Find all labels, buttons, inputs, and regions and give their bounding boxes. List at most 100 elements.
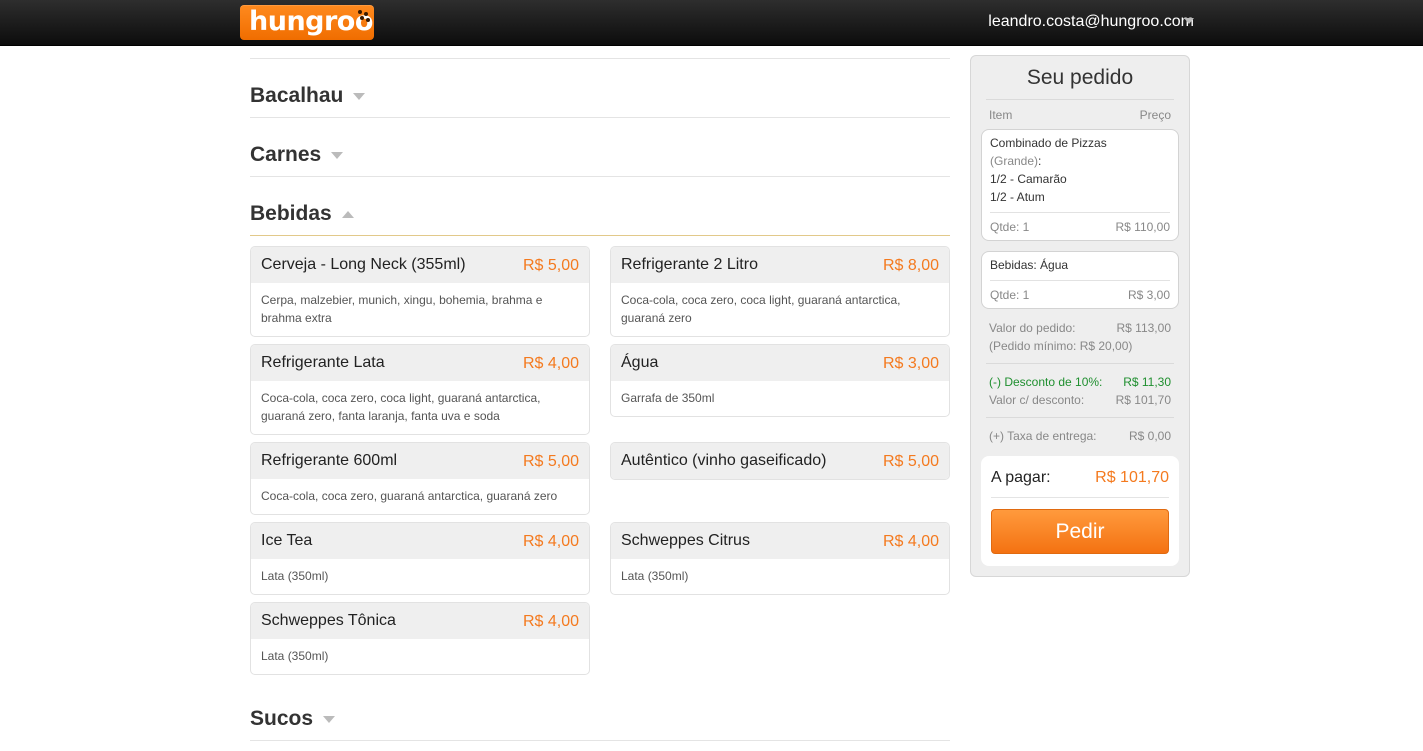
- discounted-value-label: Valor c/ desconto:: [989, 393, 1085, 407]
- user-menu[interactable]: leandro.costa@hungroo.com: [988, 13, 1194, 31]
- item-price: R$ 4,00: [522, 533, 579, 550]
- column-price: Preço: [1139, 108, 1171, 122]
- divider: [991, 497, 1169, 498]
- hungroo-logo[interactable]: hungroo: [240, 5, 374, 40]
- total-label: A pagar:: [991, 469, 1051, 486]
- card-header: Água R$ 3,00: [611, 345, 949, 381]
- item-name: Schweppes Tônica: [261, 612, 396, 629]
- payment-box: A pagar: R$ 101,70 Pedir: [981, 456, 1179, 566]
- item-description: Garrafa de 350ml: [621, 391, 715, 405]
- divider: [250, 117, 950, 118]
- order-value: R$ 113,00: [1116, 321, 1172, 335]
- item-name: Refrigerante Lata: [261, 354, 385, 371]
- column-item: Item: [989, 108, 1013, 122]
- item-name: Água: [621, 354, 659, 371]
- expand-arrow-icon: [323, 715, 336, 723]
- card-header: Schweppes Tônica R$ 4,00: [251, 603, 589, 639]
- divider: [986, 363, 1174, 364]
- chevron-down-icon[interactable]: [1184, 18, 1194, 24]
- menu-item-card[interactable]: Ice Tea R$ 4,00 Lata (350ml): [250, 522, 590, 595]
- item-description: Coca-cola, coca zero, guaraná antarctica…: [261, 489, 558, 503]
- item-name: Ice Tea: [261, 532, 313, 549]
- order-button[interactable]: Pedir: [991, 509, 1169, 554]
- discount-label: (-) Desconto de 10%:: [989, 375, 1103, 389]
- divider: [250, 740, 950, 741]
- category-title: Bebidas: [250, 202, 332, 225]
- divider: [250, 58, 950, 59]
- category-title: Bacalhau: [250, 84, 344, 107]
- order-title: Seu pedido: [1026, 66, 1134, 89]
- top-bar: hungroo leandro.costa@hungroo.com: [0, 0, 1423, 46]
- divider: [986, 99, 1174, 100]
- discounted-value: R$ 101,70: [1115, 393, 1171, 407]
- menu-item-card[interactable]: Refrigerante 600ml R$ 5,00 Coca-cola, co…: [250, 442, 590, 515]
- item-title: Combinado de Pizzas: [990, 136, 1107, 150]
- order-value-label: Valor do pedido:: [989, 321, 1076, 335]
- card-header: Refrigerante Lata R$ 4,00: [251, 345, 589, 381]
- item-name: Autêntico (vinho gaseificado): [621, 452, 827, 469]
- item-price: R$ 3,00: [882, 355, 939, 372]
- item-quantity: Qtde: 1: [990, 220, 1030, 234]
- divider: [990, 280, 1170, 281]
- item-title: Bebidas: Água: [990, 258, 1069, 272]
- item-description: Cerpa, malzebier, munich, xingu, bohemia…: [261, 293, 543, 325]
- total-value: R$ 101,70: [1095, 469, 1169, 486]
- item-price: R$ 5,00: [522, 453, 579, 470]
- item-quantity: Qtde: 1: [990, 288, 1030, 302]
- item-price: R$ 110,00: [1115, 220, 1171, 234]
- order-sidebar: Seu pedido Item Preço Combinado de Pizza…: [970, 55, 1190, 577]
- order-item-details: Combinado de Pizzas (Grande): 1/2 - Cama…: [990, 134, 1107, 206]
- category-bebidas[interactable]: Bebidas: [250, 202, 354, 226]
- item-name: Refrigerante 600ml: [261, 452, 398, 469]
- item-option: 1/2 - Camarão: [990, 172, 1067, 186]
- order-item[interactable]: Bebidas: Água Qtde: 1 R$ 3,00: [981, 251, 1179, 309]
- card-header: Schweppes Citrus R$ 4,00: [611, 523, 949, 559]
- item-price: R$ 4,00: [522, 613, 579, 630]
- item-description: Lata (350ml): [261, 569, 329, 583]
- category-carnes[interactable]: Carnes: [250, 143, 344, 167]
- menu-item-card[interactable]: Refrigerante 2 Litro R$ 8,00 Coca-cola, …: [610, 246, 950, 337]
- card-header: Autêntico (vinho gaseificado) R$ 5,00: [611, 443, 949, 479]
- expand-arrow-icon: [353, 92, 366, 100]
- card-header: Refrigerante 2 Litro R$ 8,00: [611, 247, 949, 283]
- menu-item-card[interactable]: Refrigerante Lata R$ 4,00 Coca-cola, coc…: [250, 344, 590, 435]
- item-name: Cerveja - Long Neck (355ml): [261, 256, 466, 273]
- menu-item-card[interactable]: Cerveja - Long Neck (355ml) R$ 5,00 Cerp…: [250, 246, 590, 337]
- category-bacalhau[interactable]: Bacalhau: [250, 84, 366, 108]
- delivery-fee-value: R$ 0,00: [1128, 429, 1171, 443]
- expand-arrow-icon: [331, 151, 344, 159]
- item-price: R$ 4,00: [882, 533, 939, 550]
- item-price: R$ 8,00: [882, 257, 939, 274]
- item-price: R$ 3,00: [1127, 288, 1170, 302]
- collapse-arrow-icon: [341, 210, 354, 218]
- menu-item-card[interactable]: Schweppes Tônica R$ 4,00 Lata (350ml): [250, 602, 590, 675]
- logo-text: hungroo: [249, 6, 373, 37]
- item-price: R$ 5,00: [522, 257, 579, 274]
- item-description: Coca-cola, coca zero, coca light, guaran…: [261, 391, 541, 423]
- card-header: Ice Tea R$ 4,00: [251, 523, 589, 559]
- item-name: Schweppes Citrus: [621, 532, 750, 549]
- minimum-order: (Pedido mínimo: R$ 20,00): [989, 339, 1133, 353]
- item-description: Lata (350ml): [621, 569, 689, 583]
- item-price: R$ 4,00: [522, 355, 579, 372]
- category-title: Carnes: [250, 143, 322, 166]
- divider: [990, 212, 1170, 213]
- menu-item-card[interactable]: Schweppes Citrus R$ 4,00 Lata (350ml): [610, 522, 950, 595]
- category-title: Sucos: [250, 707, 314, 730]
- item-description: Lata (350ml): [261, 649, 329, 663]
- item-price: R$ 5,00: [882, 453, 939, 470]
- delivery-fee-label: (+) Taxa de entrega:: [989, 429, 1097, 443]
- menu-item-card[interactable]: Água R$ 3,00 Garrafa de 350ml: [610, 344, 950, 417]
- divider: [250, 176, 950, 177]
- menu-item-card[interactable]: Autêntico (vinho gaseificado) R$ 5,00: [610, 442, 950, 480]
- item-option: 1/2 - Atum: [990, 190, 1045, 204]
- order-item[interactable]: Combinado de Pizzas (Grande): 1/2 - Cama…: [981, 129, 1179, 241]
- divider: [986, 417, 1174, 418]
- item-description: Coca-cola, coca zero, coca light, guaran…: [621, 293, 901, 325]
- item-size: (Grande):: [990, 154, 1042, 168]
- item-name: Refrigerante 2 Litro: [621, 256, 758, 273]
- category-sucos[interactable]: Sucos: [250, 707, 336, 731]
- card-header: Cerveja - Long Neck (355ml) R$ 5,00: [251, 247, 589, 283]
- card-header: Refrigerante 600ml R$ 5,00: [251, 443, 589, 479]
- logo-dots-icon: [356, 9, 370, 23]
